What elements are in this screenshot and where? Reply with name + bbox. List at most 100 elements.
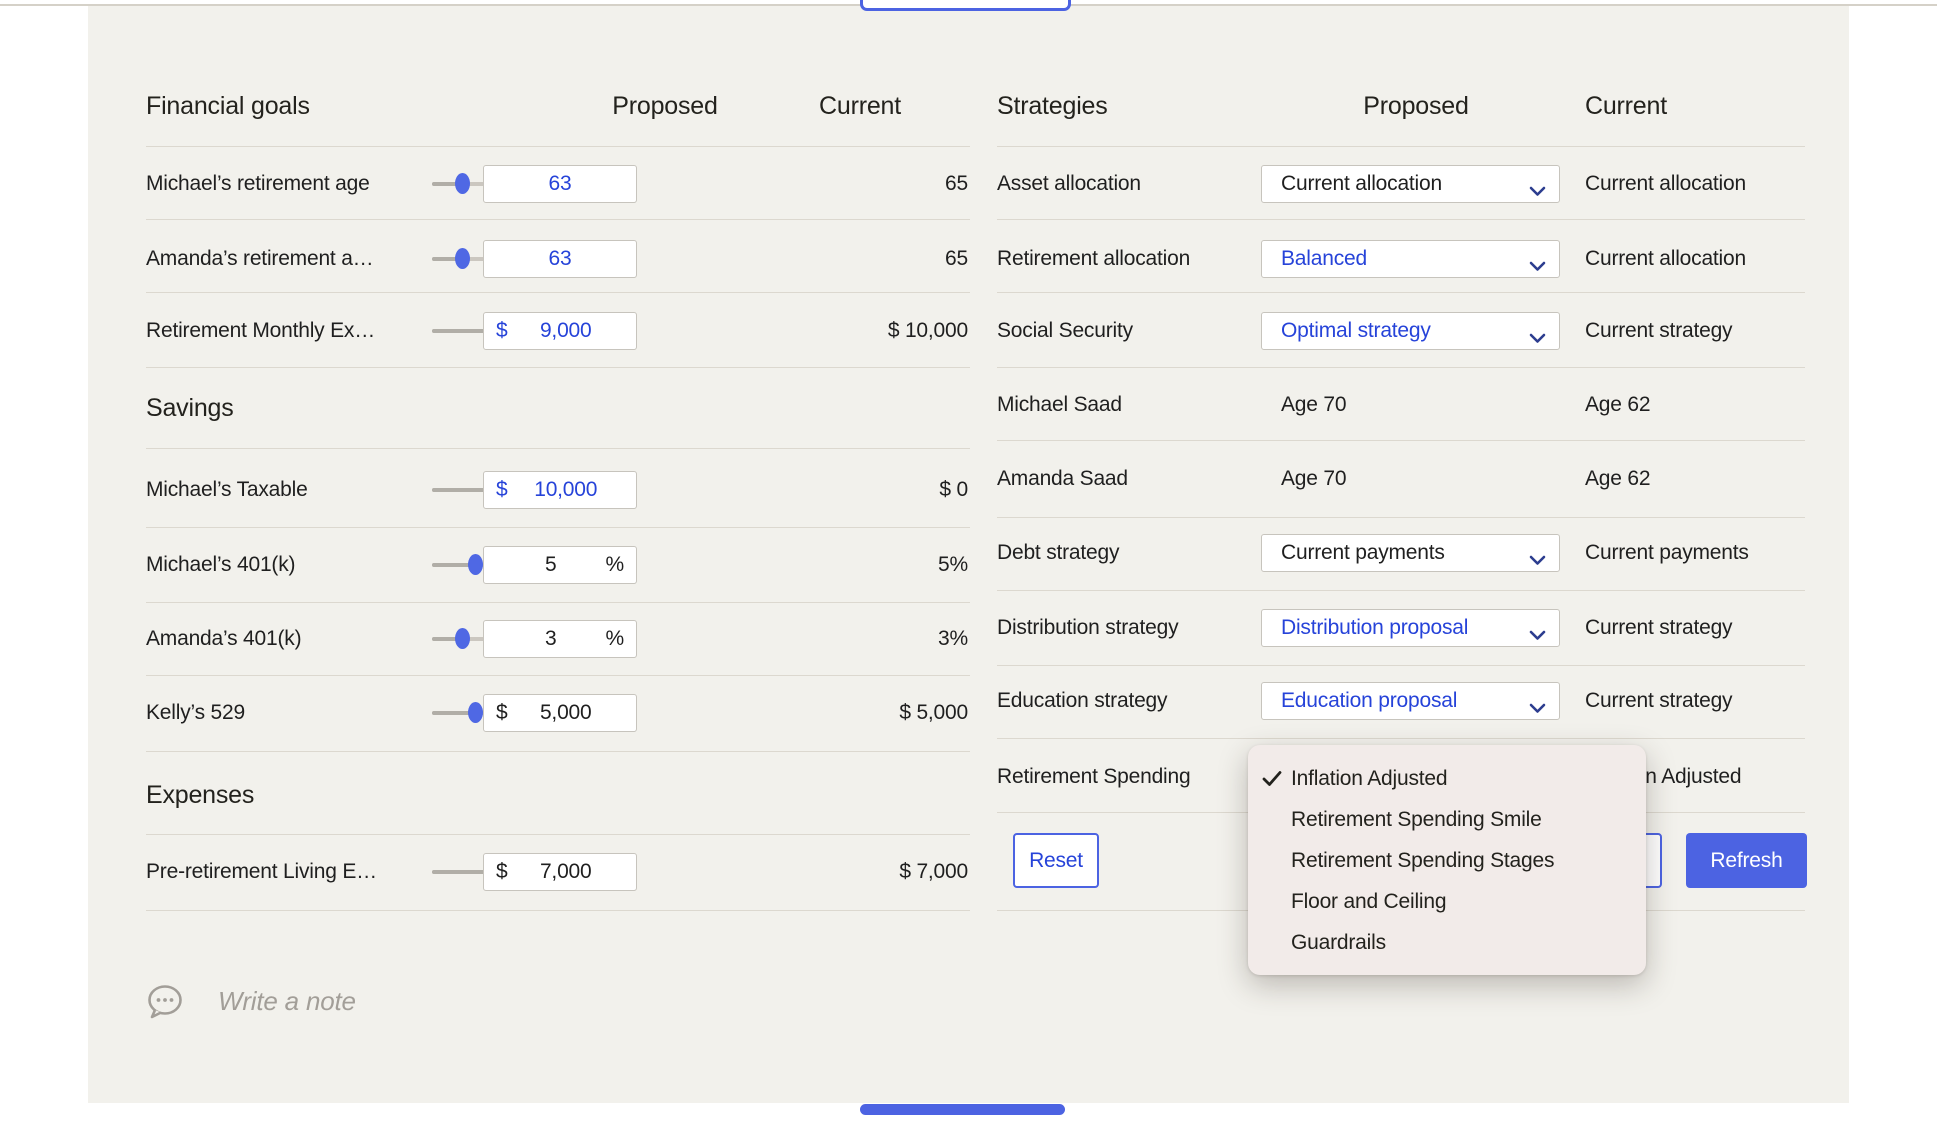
divider	[146, 146, 970, 147]
chevron-down-icon	[1529, 548, 1546, 572]
right-proposed-header: Proposed	[1363, 92, 1469, 120]
current-value: $ 0	[939, 478, 968, 501]
current-value: 5%	[938, 553, 968, 576]
left-current-header: Current	[819, 92, 901, 120]
expenses-section-title: Expenses	[146, 781, 255, 809]
note-bubble-icon	[146, 983, 186, 1028]
menu-item-selected[interactable]: Inflation Adjusted	[1248, 758, 1646, 799]
slider-handle	[468, 554, 483, 575]
goal-label: Amanda’s retirement a…	[146, 247, 374, 270]
current-strategy: Current allocation	[1585, 172, 1746, 195]
strategy-label: Social Security	[997, 319, 1133, 342]
write-note-placeholder[interactable]: Write a note	[218, 986, 356, 1017]
proposed-age: Age 70	[1281, 467, 1347, 490]
strategy-label: Distribution strategy	[997, 616, 1179, 639]
divider	[997, 665, 1805, 666]
divider	[146, 367, 970, 368]
divider	[997, 219, 1805, 220]
current-value: 65	[945, 172, 968, 195]
distribution-strategy-select[interactable]: Distribution proposal	[1261, 609, 1560, 647]
financial-goals-title: Financial goals	[146, 92, 310, 120]
proposed-value-input[interactable]: 3%	[483, 620, 637, 658]
savings-section-title: Savings	[146, 394, 234, 422]
proposed-age: Age 70	[1281, 393, 1347, 416]
strategy-label: Education strategy	[997, 689, 1168, 712]
proposed-value-input[interactable]: 5%	[483, 546, 637, 584]
savings-label: Michael’s Taxable	[146, 478, 308, 501]
proposed-value-input[interactable]: $10,000	[483, 471, 637, 509]
divider	[146, 751, 970, 752]
current-value: $ 10,000	[887, 319, 968, 342]
divider	[146, 675, 970, 676]
proposed-value-input[interactable]: 63	[483, 240, 637, 278]
top-cut-button[interactable]	[860, 0, 1071, 11]
proposed-value-input[interactable]: $9,000	[483, 312, 637, 350]
savings-label: Kelly’s 529	[146, 701, 245, 724]
current-strategy: Current strategy	[1585, 319, 1733, 342]
menu-item[interactable]: Retirement Spending Stages	[1248, 840, 1646, 881]
current-age: Age 62	[1585, 393, 1651, 416]
current-strategy: Current payments	[1585, 541, 1749, 564]
chevron-down-icon	[1529, 623, 1546, 647]
strategy-label: Asset allocation	[997, 172, 1141, 195]
retirement-spending-menu: Inflation Adjusted Retirement Spending S…	[1248, 745, 1646, 975]
menu-item[interactable]: Floor and Ceiling	[1248, 881, 1646, 922]
planner-page: Financial goals Proposed Current Michael…	[0, 0, 1937, 1143]
goal-label: Michael’s retirement age	[146, 172, 370, 195]
current-strategy: Current strategy	[1585, 689, 1733, 712]
chevron-down-icon	[1529, 254, 1546, 278]
asset-allocation-select[interactable]: Current allocation	[1261, 165, 1560, 203]
strategy-label: Retirement allocation	[997, 247, 1191, 270]
current-value: $ 7,000	[899, 860, 968, 883]
divider	[997, 738, 1805, 739]
divider	[146, 834, 970, 835]
education-strategy-select[interactable]: Education proposal	[1261, 682, 1560, 720]
slider-handle	[455, 248, 470, 269]
divider	[146, 910, 970, 911]
chevron-down-icon	[1529, 326, 1546, 350]
current-strategy: Current strategy	[1585, 616, 1733, 639]
savings-label: Amanda’s 401(k)	[146, 627, 302, 650]
current-age: Age 62	[1585, 467, 1651, 490]
proposed-value-input[interactable]: $5,000	[483, 694, 637, 732]
divider	[997, 146, 1805, 147]
divider	[997, 590, 1805, 591]
current-value: 65	[945, 247, 968, 270]
strategy-label: Debt strategy	[997, 541, 1120, 564]
divider	[997, 292, 1805, 293]
proposed-value-input[interactable]: $7,000	[483, 853, 637, 891]
chevron-down-icon	[1529, 179, 1546, 203]
divider	[146, 448, 970, 449]
divider	[997, 440, 1805, 441]
strategies-title: Strategies	[997, 92, 1108, 120]
goal-label: Retirement Monthly Ex…	[146, 319, 376, 342]
reset-button[interactable]: Reset	[1013, 833, 1099, 888]
person-label: Michael Saad	[997, 393, 1122, 416]
bottom-cut-button[interactable]	[860, 1104, 1065, 1115]
current-value: $ 5,000	[899, 701, 968, 724]
divider	[997, 517, 1805, 518]
debt-strategy-select[interactable]: Current payments	[1261, 534, 1560, 572]
slider-handle	[468, 702, 483, 723]
savings-label: Michael’s 401(k)	[146, 553, 296, 576]
divider	[146, 527, 970, 528]
refresh-button[interactable]: Refresh	[1686, 833, 1807, 888]
current-strategy: Current allocation	[1585, 247, 1746, 270]
proposed-value-input[interactable]: 63	[483, 165, 637, 203]
divider	[146, 292, 970, 293]
slider-handle	[455, 628, 470, 649]
divider	[997, 367, 1805, 368]
menu-item[interactable]: Retirement Spending Smile	[1248, 799, 1646, 840]
checkmark-icon	[1261, 769, 1283, 794]
divider	[146, 602, 970, 603]
menu-item[interactable]: Guardrails	[1248, 922, 1646, 963]
right-current-header: Current	[1585, 92, 1667, 120]
retirement-allocation-select[interactable]: Balanced	[1261, 240, 1560, 278]
chevron-down-icon	[1529, 696, 1546, 720]
strategy-label: Retirement Spending	[997, 765, 1191, 788]
divider	[146, 219, 970, 220]
expense-label: Pre-retirement Living E…	[146, 860, 377, 883]
slider-handle	[455, 173, 470, 194]
current-value: 3%	[938, 627, 968, 650]
social-security-select[interactable]: Optimal strategy	[1261, 312, 1560, 350]
